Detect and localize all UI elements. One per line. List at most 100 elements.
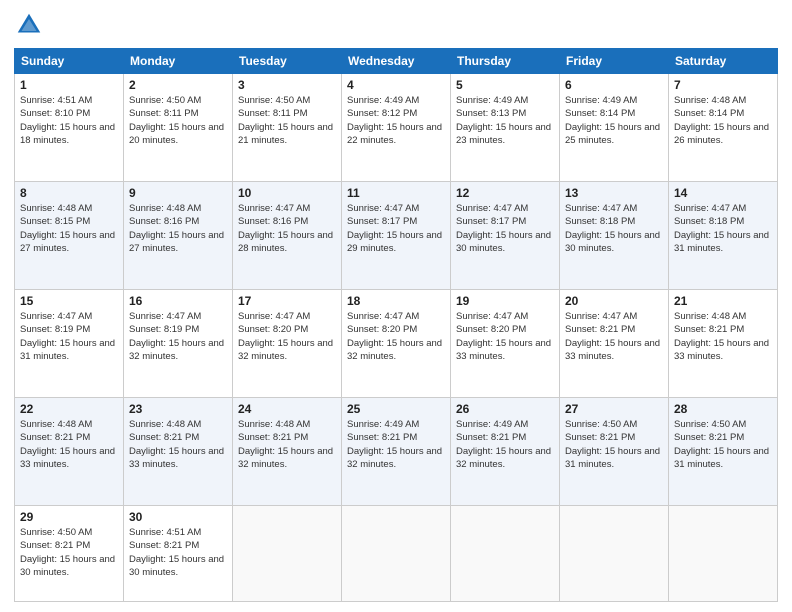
day-number: 5 [456, 78, 554, 92]
calendar-cell: 29 Sunrise: 4:50 AMSunset: 8:21 PMDaylig… [15, 506, 124, 602]
day-number: 9 [129, 186, 227, 200]
cell-info: Sunrise: 4:47 AMSunset: 8:20 PMDaylight:… [238, 311, 333, 362]
logo [14, 10, 48, 40]
cell-info: Sunrise: 4:49 AMSunset: 8:13 PMDaylight:… [456, 95, 551, 146]
calendar-cell: 22 Sunrise: 4:48 AMSunset: 8:21 PMDaylig… [15, 398, 124, 506]
cell-info: Sunrise: 4:51 AMSunset: 8:10 PMDaylight:… [20, 95, 115, 146]
day-number: 28 [674, 402, 772, 416]
cell-info: Sunrise: 4:47 AMSunset: 8:19 PMDaylight:… [129, 311, 224, 362]
calendar-cell: 6 Sunrise: 4:49 AMSunset: 8:14 PMDayligh… [560, 74, 669, 182]
day-number: 24 [238, 402, 336, 416]
cell-info: Sunrise: 4:51 AMSunset: 8:21 PMDaylight:… [129, 527, 224, 578]
day-number: 8 [20, 186, 118, 200]
day-number: 14 [674, 186, 772, 200]
day-number: 17 [238, 294, 336, 308]
cell-info: Sunrise: 4:50 AMSunset: 8:21 PMDaylight:… [20, 527, 115, 578]
day-number: 7 [674, 78, 772, 92]
day-number: 12 [456, 186, 554, 200]
calendar-cell: 9 Sunrise: 4:48 AMSunset: 8:16 PMDayligh… [124, 182, 233, 290]
calendar-cell: 12 Sunrise: 4:47 AMSunset: 8:17 PMDaylig… [451, 182, 560, 290]
calendar-row-0: 1 Sunrise: 4:51 AMSunset: 8:10 PMDayligh… [15, 74, 778, 182]
cell-info: Sunrise: 4:48 AMSunset: 8:16 PMDaylight:… [129, 203, 224, 254]
day-number: 15 [20, 294, 118, 308]
day-number: 22 [20, 402, 118, 416]
calendar-cell: 17 Sunrise: 4:47 AMSunset: 8:20 PMDaylig… [233, 290, 342, 398]
cell-info: Sunrise: 4:47 AMSunset: 8:20 PMDaylight:… [456, 311, 551, 362]
cell-info: Sunrise: 4:48 AMSunset: 8:14 PMDaylight:… [674, 95, 769, 146]
cell-info: Sunrise: 4:50 AMSunset: 8:21 PMDaylight:… [565, 419, 660, 470]
cell-info: Sunrise: 4:48 AMSunset: 8:21 PMDaylight:… [238, 419, 333, 470]
day-number: 10 [238, 186, 336, 200]
day-number: 30 [129, 510, 227, 524]
calendar-cell: 30 Sunrise: 4:51 AMSunset: 8:21 PMDaylig… [124, 506, 233, 602]
calendar-cell: 26 Sunrise: 4:49 AMSunset: 8:21 PMDaylig… [451, 398, 560, 506]
calendar-cell: 7 Sunrise: 4:48 AMSunset: 8:14 PMDayligh… [669, 74, 778, 182]
calendar-cell: 18 Sunrise: 4:47 AMSunset: 8:20 PMDaylig… [342, 290, 451, 398]
day-number: 25 [347, 402, 445, 416]
cell-info: Sunrise: 4:47 AMSunset: 8:21 PMDaylight:… [565, 311, 660, 362]
cell-info: Sunrise: 4:49 AMSunset: 8:12 PMDaylight:… [347, 95, 442, 146]
calendar-cell: 2 Sunrise: 4:50 AMSunset: 8:11 PMDayligh… [124, 74, 233, 182]
column-header-monday: Monday [124, 49, 233, 74]
day-number: 27 [565, 402, 663, 416]
calendar-cell: 21 Sunrise: 4:48 AMSunset: 8:21 PMDaylig… [669, 290, 778, 398]
calendar-cell [233, 506, 342, 602]
calendar-cell: 15 Sunrise: 4:47 AMSunset: 8:19 PMDaylig… [15, 290, 124, 398]
cell-info: Sunrise: 4:48 AMSunset: 8:21 PMDaylight:… [129, 419, 224, 470]
cell-info: Sunrise: 4:48 AMSunset: 8:21 PMDaylight:… [674, 311, 769, 362]
cell-info: Sunrise: 4:49 AMSunset: 8:21 PMDaylight:… [347, 419, 442, 470]
page: SundayMondayTuesdayWednesdayThursdayFrid… [0, 0, 792, 612]
calendar-cell: 14 Sunrise: 4:47 AMSunset: 8:18 PMDaylig… [669, 182, 778, 290]
calendar-row-3: 22 Sunrise: 4:48 AMSunset: 8:21 PMDaylig… [15, 398, 778, 506]
cell-info: Sunrise: 4:47 AMSunset: 8:19 PMDaylight:… [20, 311, 115, 362]
column-header-wednesday: Wednesday [342, 49, 451, 74]
cell-info: Sunrise: 4:49 AMSunset: 8:14 PMDaylight:… [565, 95, 660, 146]
calendar-cell: 10 Sunrise: 4:47 AMSunset: 8:16 PMDaylig… [233, 182, 342, 290]
day-number: 21 [674, 294, 772, 308]
day-number: 26 [456, 402, 554, 416]
calendar-cell: 8 Sunrise: 4:48 AMSunset: 8:15 PMDayligh… [15, 182, 124, 290]
calendar-cell: 27 Sunrise: 4:50 AMSunset: 8:21 PMDaylig… [560, 398, 669, 506]
day-number: 19 [456, 294, 554, 308]
cell-info: Sunrise: 4:50 AMSunset: 8:11 PMDaylight:… [129, 95, 224, 146]
column-header-tuesday: Tuesday [233, 49, 342, 74]
day-number: 4 [347, 78, 445, 92]
calendar-cell: 23 Sunrise: 4:48 AMSunset: 8:21 PMDaylig… [124, 398, 233, 506]
calendar-table: SundayMondayTuesdayWednesdayThursdayFrid… [14, 48, 778, 602]
calendar-cell: 16 Sunrise: 4:47 AMSunset: 8:19 PMDaylig… [124, 290, 233, 398]
calendar-row-4: 29 Sunrise: 4:50 AMSunset: 8:21 PMDaylig… [15, 506, 778, 602]
calendar-cell: 20 Sunrise: 4:47 AMSunset: 8:21 PMDaylig… [560, 290, 669, 398]
calendar-cell: 25 Sunrise: 4:49 AMSunset: 8:21 PMDaylig… [342, 398, 451, 506]
calendar-cell: 28 Sunrise: 4:50 AMSunset: 8:21 PMDaylig… [669, 398, 778, 506]
column-header-friday: Friday [560, 49, 669, 74]
column-header-sunday: Sunday [15, 49, 124, 74]
cell-info: Sunrise: 4:48 AMSunset: 8:15 PMDaylight:… [20, 203, 115, 254]
calendar-cell [451, 506, 560, 602]
calendar-cell: 3 Sunrise: 4:50 AMSunset: 8:11 PMDayligh… [233, 74, 342, 182]
calendar-cell: 24 Sunrise: 4:48 AMSunset: 8:21 PMDaylig… [233, 398, 342, 506]
cell-info: Sunrise: 4:47 AMSunset: 8:17 PMDaylight:… [456, 203, 551, 254]
cell-info: Sunrise: 4:50 AMSunset: 8:11 PMDaylight:… [238, 95, 333, 146]
day-number: 3 [238, 78, 336, 92]
calendar-cell [669, 506, 778, 602]
cell-info: Sunrise: 4:47 AMSunset: 8:18 PMDaylight:… [565, 203, 660, 254]
day-number: 13 [565, 186, 663, 200]
logo-icon [14, 10, 44, 40]
column-header-saturday: Saturday [669, 49, 778, 74]
column-header-thursday: Thursday [451, 49, 560, 74]
day-number: 29 [20, 510, 118, 524]
header [14, 10, 778, 40]
calendar-cell: 19 Sunrise: 4:47 AMSunset: 8:20 PMDaylig… [451, 290, 560, 398]
calendar-cell: 1 Sunrise: 4:51 AMSunset: 8:10 PMDayligh… [15, 74, 124, 182]
cell-info: Sunrise: 4:48 AMSunset: 8:21 PMDaylight:… [20, 419, 115, 470]
day-number: 16 [129, 294, 227, 308]
calendar-row-2: 15 Sunrise: 4:47 AMSunset: 8:19 PMDaylig… [15, 290, 778, 398]
cell-info: Sunrise: 4:50 AMSunset: 8:21 PMDaylight:… [674, 419, 769, 470]
calendar-cell: 5 Sunrise: 4:49 AMSunset: 8:13 PMDayligh… [451, 74, 560, 182]
calendar-cell: 13 Sunrise: 4:47 AMSunset: 8:18 PMDaylig… [560, 182, 669, 290]
calendar-header-row: SundayMondayTuesdayWednesdayThursdayFrid… [15, 49, 778, 74]
cell-info: Sunrise: 4:49 AMSunset: 8:21 PMDaylight:… [456, 419, 551, 470]
day-number: 11 [347, 186, 445, 200]
day-number: 23 [129, 402, 227, 416]
day-number: 2 [129, 78, 227, 92]
